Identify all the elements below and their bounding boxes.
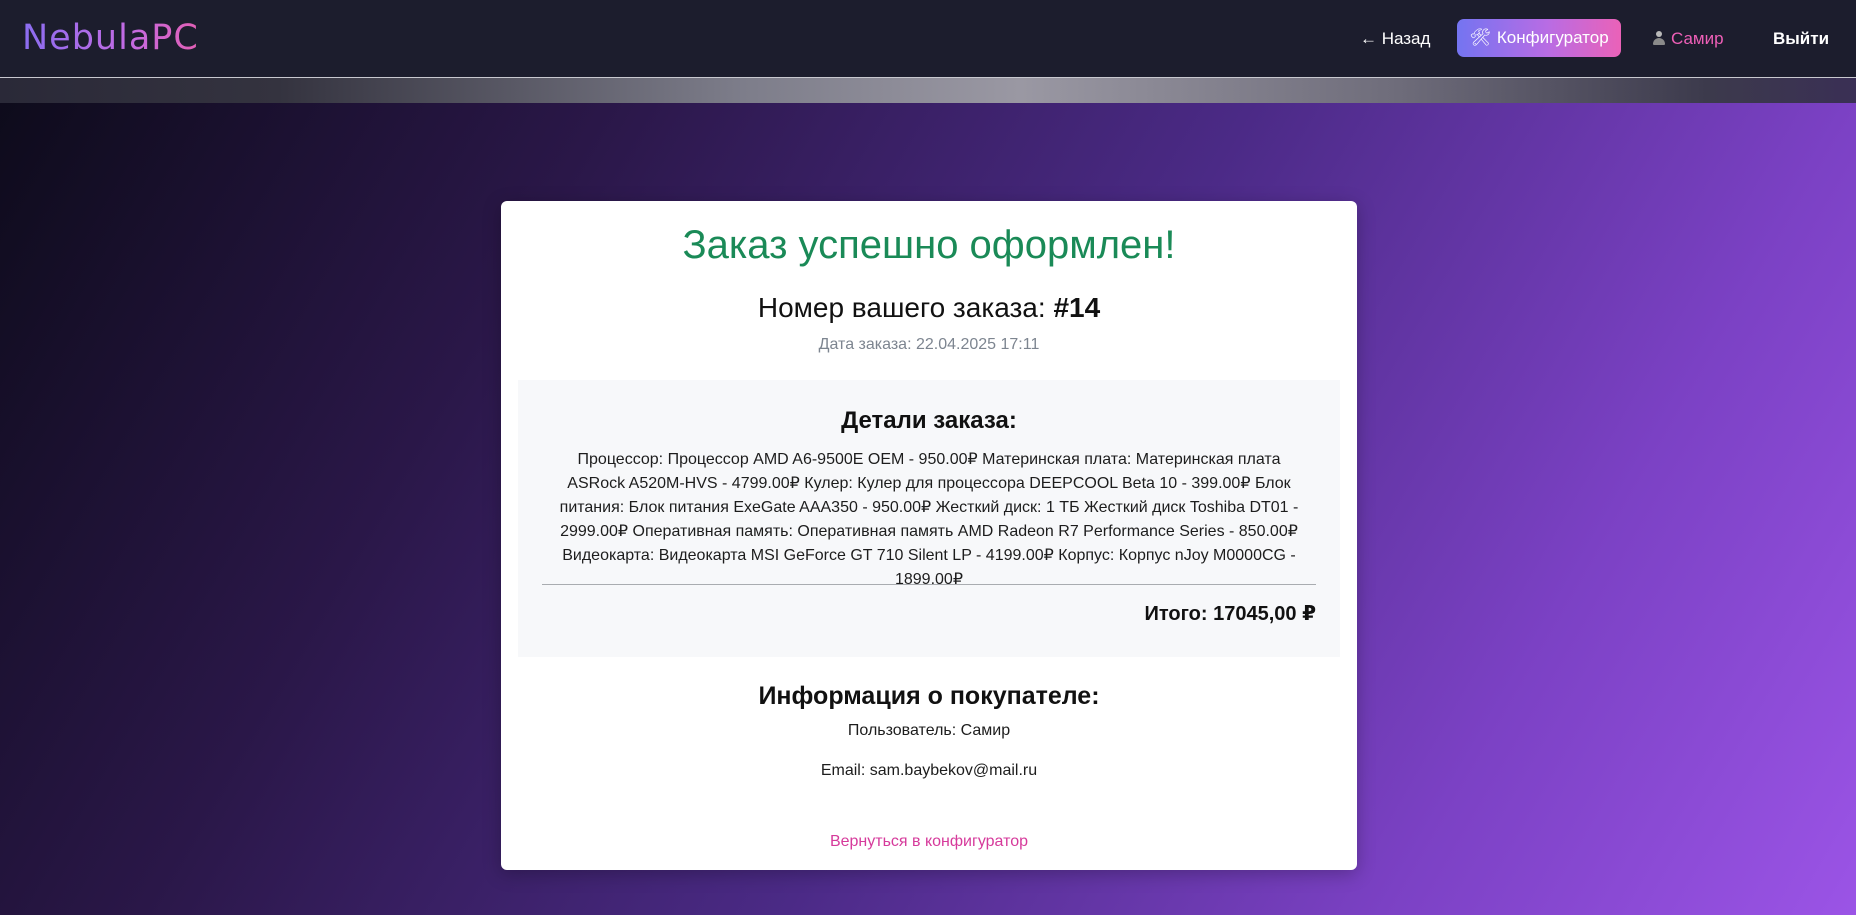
configurator-label: Конфигуратор (1496, 28, 1609, 47)
buyer-user: Пользователь: Самир (847, 722, 1011, 739)
order-details-panel: Детали заказа: Процессор: Процессор AMD … (518, 380, 1340, 657)
divider (542, 584, 1316, 585)
back-button[interactable]: ← Назад (1360, 24, 1430, 54)
order-total: Итого: 17045,00 ₽ (1144, 603, 1316, 625)
order-details-text: Процессор: Процессор AMD A6-9500E OEM - … (559, 451, 1299, 588)
order-number-value: #14 (1053, 292, 1101, 323)
buyer-email: Email: sam.baybekov@mail.ru (820, 762, 1038, 779)
order-details-title: Детали заказа: (841, 407, 1017, 434)
hammer-wrench-icon: 🛠 (1469, 28, 1491, 47)
user-name: Самир (1671, 29, 1724, 48)
top-navbar: NebulaPC ← Назад 🛠 Конфигуратор Самир Вый… (0, 0, 1856, 78)
configurator-button[interactable]: 🛠 Конфигуратор (1457, 19, 1621, 57)
buyer-info-title: Информация о покупателе: (758, 682, 1100, 710)
user-profile-link[interactable]: Самир (1653, 24, 1724, 54)
site-logo[interactable]: NebulaPC (22, 16, 199, 60)
order-number: Номер вашего заказа: #14 (501, 289, 1357, 327)
header-glow-divider (0, 78, 1856, 103)
order-number-label: Номер вашего заказа: (757, 292, 1046, 323)
logout-button[interactable]: Выйти (1773, 24, 1829, 54)
order-date: Дата заказа: 22.04.2025 17:11 (818, 336, 1040, 353)
success-title: Заказ успешно оформлен! (682, 223, 1176, 267)
return-to-configurator-link[interactable]: Вернуться в конфигуратор (501, 831, 1357, 853)
order-confirmation-card: Заказ успешно оформлен! Номер вашего зак… (501, 201, 1357, 870)
user-icon (1653, 31, 1665, 45)
